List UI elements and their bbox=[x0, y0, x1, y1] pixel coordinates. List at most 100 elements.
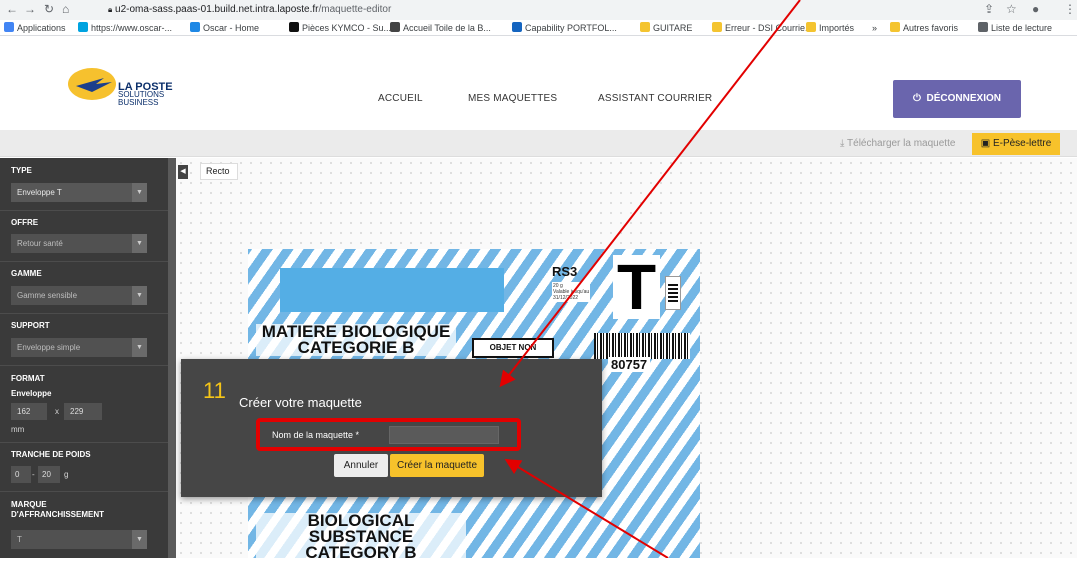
scale-icon: ▣ bbox=[980, 138, 991, 149]
divider bbox=[0, 365, 168, 366]
marque-select[interactable]: T ▼ bbox=[11, 530, 147, 549]
divider bbox=[0, 210, 168, 211]
url-host: u2-oma-sass.paas-01.build.net.intra.lapo… bbox=[115, 4, 319, 15]
chevron-down-icon: ▼ bbox=[132, 286, 147, 305]
divider bbox=[0, 261, 168, 262]
sidebar-resize-handle[interactable] bbox=[168, 158, 176, 558]
bookmark-item[interactable]: Applications bbox=[4, 21, 66, 35]
rs3-details: 20 g Valable jusqu'au 31/12/2022 bbox=[552, 282, 591, 302]
collapse-sidebar-icon[interactable]: ◀ bbox=[178, 165, 188, 179]
step-number: 11 bbox=[203, 378, 226, 403]
format-height-input[interactable]: 229 bbox=[64, 403, 102, 420]
bookmark-item[interactable]: Erreur - DSI Courrie... bbox=[712, 21, 813, 35]
format-label: FORMAT bbox=[11, 374, 45, 383]
bookmark-label: Pièces KYMCO - Su... bbox=[302, 23, 392, 33]
bookmark-icon bbox=[390, 22, 400, 32]
bird-wing-icon bbox=[76, 78, 112, 92]
reading-list-label: Liste de lecture bbox=[991, 23, 1053, 33]
other-bookmarks[interactable]: Autres favoris bbox=[890, 21, 958, 35]
offre-select[interactable]: Retour santé ▼ bbox=[11, 234, 147, 253]
nav-mes-maquettes[interactable]: MES MAQUETTES bbox=[468, 93, 557, 104]
bookmark-label: Applications bbox=[17, 23, 66, 33]
type-select[interactable]: Enveloppe T ▼ bbox=[11, 183, 147, 202]
reading-list-icon bbox=[978, 22, 988, 32]
reload-icon[interactable]: ↻ bbox=[44, 2, 54, 16]
bookmark-item[interactable]: https://www.oscar-... bbox=[78, 21, 172, 35]
bookmark-item[interactable]: GUITARE bbox=[640, 21, 692, 35]
chevron-down-icon: ▼ bbox=[132, 530, 147, 549]
bookmark-label: Accueil Toile de la B... bbox=[403, 23, 491, 33]
nav-accueil[interactable]: ACCUEIL bbox=[378, 93, 423, 104]
bookmark-icon bbox=[78, 22, 88, 32]
format-width-input[interactable]: 162 bbox=[11, 403, 47, 420]
bookmark-label: Oscar - Home bbox=[203, 23, 260, 33]
divider bbox=[0, 313, 168, 314]
marque-value: T bbox=[17, 535, 22, 544]
forward-icon[interactable]: → bbox=[24, 2, 36, 16]
bookmark-item[interactable]: Accueil Toile de la B... bbox=[390, 21, 491, 35]
support-label: SUPPORT bbox=[11, 321, 50, 330]
type-label: TYPE bbox=[11, 166, 32, 175]
pese-lettre-label: E-Pèse-lettre bbox=[992, 138, 1052, 149]
bookmark-icon bbox=[289, 22, 299, 32]
tranche-label: TRANCHE DE POIDS bbox=[11, 450, 91, 459]
gamme-select[interactable]: Gamme sensible ▼ bbox=[11, 286, 147, 305]
address-bar[interactable]: 🔒︎ u2-oma-sass.paas-01.build.net.intra.l… bbox=[108, 2, 968, 18]
download-button[interactable]: ⤓ Télécharger la maquette bbox=[840, 138, 955, 149]
share-icon[interactable]: ⇪ bbox=[984, 2, 994, 16]
tab-recto[interactable]: Recto bbox=[200, 163, 238, 180]
format-unit: mm bbox=[11, 425, 25, 434]
bookmark-item[interactable]: Importés bbox=[806, 21, 854, 35]
cancel-button[interactable]: Annuler bbox=[334, 454, 388, 477]
type-value: Enveloppe T bbox=[17, 188, 62, 197]
chevron-down-icon: ▼ bbox=[132, 183, 147, 202]
bookmark-label: GUITARE bbox=[653, 23, 693, 33]
bookmark-icon bbox=[190, 22, 200, 32]
tranche-max-input[interactable]: 20 bbox=[38, 466, 60, 483]
bookmark-icon bbox=[4, 22, 14, 32]
logout-button[interactable]: ⏻ DÉCONNEXION bbox=[893, 80, 1021, 118]
other-bookmarks-label: Autres favoris bbox=[903, 23, 959, 33]
bookmark-item[interactable]: Oscar - Home bbox=[190, 21, 259, 35]
barcode-number: 80757 bbox=[608, 357, 651, 372]
bookmark-label: Importés bbox=[819, 23, 855, 33]
star-icon[interactable]: ☆ bbox=[1006, 2, 1017, 16]
bookmarks-more[interactable]: » bbox=[872, 21, 877, 35]
power-icon: ⏻ bbox=[913, 93, 921, 104]
menu-icon[interactable]: ⋮ bbox=[1064, 2, 1076, 16]
tranche-dash: - bbox=[32, 470, 35, 479]
datamatrix-pattern bbox=[668, 282, 678, 302]
logo-sub2: BUSINESS bbox=[118, 98, 159, 107]
url-path: /maquette-editor bbox=[318, 4, 392, 15]
download-label: Télécharger la maquette bbox=[847, 138, 956, 149]
back-icon[interactable]: ← bbox=[6, 2, 18, 16]
divider bbox=[0, 442, 168, 443]
home-icon[interactable]: ⌂ bbox=[62, 2, 69, 16]
bio-title-en: BIOLOGICAL SUBSTANCE CATEGORY B bbox=[256, 512, 466, 562]
logout-label: DÉCONNEXION bbox=[926, 93, 1001, 104]
create-maquette-button[interactable]: Créer la maquette bbox=[390, 454, 484, 477]
chevron-down-icon: ▼ bbox=[132, 338, 147, 357]
lock-icon: 🔒︎ bbox=[108, 5, 113, 14]
bookmark-label: Capability PORTFOL... bbox=[525, 23, 617, 33]
rs3-label: RS3 bbox=[552, 264, 578, 279]
bio-title-en-line2: CATEGORY B bbox=[305, 543, 417, 562]
profile-icon[interactable]: ● bbox=[1032, 2, 1039, 16]
marque-label: MARQUE bbox=[11, 500, 47, 509]
tranche-min-input[interactable]: 0 bbox=[11, 466, 31, 483]
bookmark-item[interactable]: Capability PORTFOL... bbox=[512, 21, 617, 35]
reading-list[interactable]: Liste de lecture bbox=[978, 21, 1052, 35]
pese-lettre-button[interactable]: ▣ E-Pèse-lettre bbox=[972, 133, 1060, 155]
bookmark-item[interactable]: Pièces KYMCO - Su... bbox=[289, 21, 391, 35]
divider bbox=[0, 491, 168, 492]
barcode bbox=[594, 333, 690, 359]
format-x: x bbox=[55, 407, 59, 416]
nav-assistant-courrier[interactable]: ASSISTANT COURRIER bbox=[598, 93, 712, 104]
marque-label-2: D'AFFRANCHISSEMENT bbox=[11, 510, 105, 519]
bookmark-label: https://www.oscar-... bbox=[91, 23, 173, 33]
download-icon: ⤓ bbox=[840, 138, 845, 149]
address-block[interactable] bbox=[280, 268, 504, 312]
bookmark-icon bbox=[512, 22, 522, 32]
support-select[interactable]: Enveloppe simple ▼ bbox=[11, 338, 147, 357]
gamme-label: GAMME bbox=[11, 269, 42, 278]
